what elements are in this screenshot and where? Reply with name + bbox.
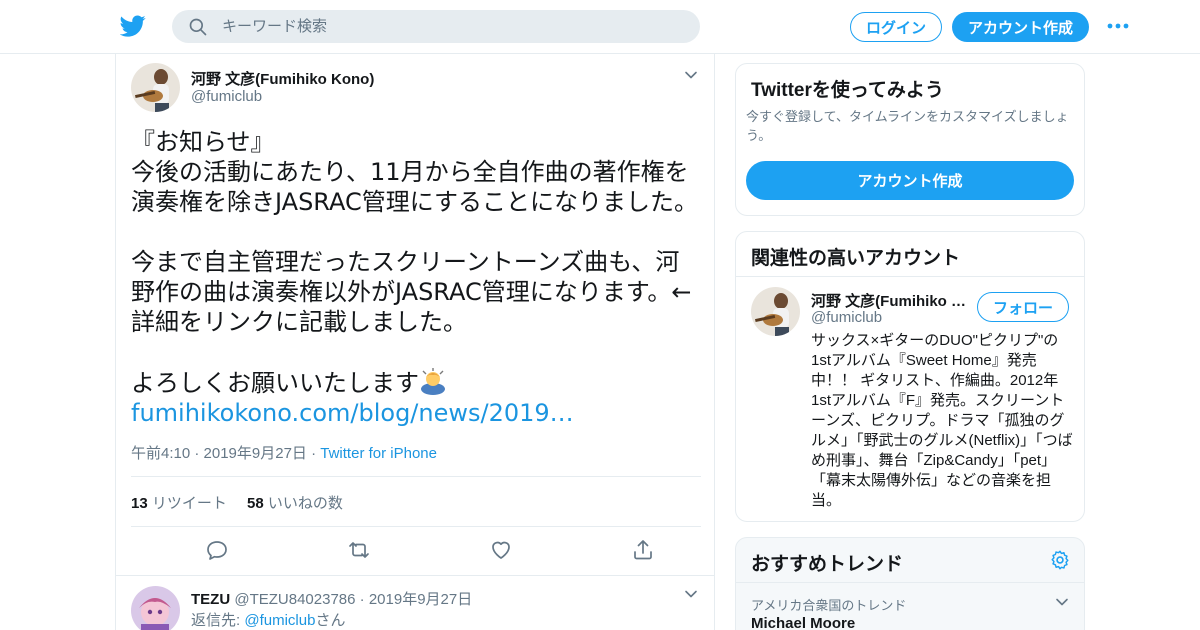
tweet-actions xyxy=(131,538,701,564)
signup-button[interactable]: アカウント作成 xyxy=(952,12,1089,42)
reply-avatar[interactable] xyxy=(131,586,180,630)
divider xyxy=(131,476,701,477)
tweet-text: 『お知らせ』 今後の活動にあたり、11月から全自作曲の著作権を演奏権を除きJAS… xyxy=(131,128,699,397)
like-count: 58 xyxy=(247,495,264,512)
source-link[interactable]: Twitter for iPhone xyxy=(320,445,437,462)
trends-card: おすすめトレンド アメリカ合衆国のトレンド Michael Moore xyxy=(735,537,1085,630)
retweet-count: 13 xyxy=(131,495,148,512)
retweet-label: リツイート xyxy=(151,495,227,512)
retweet-stat[interactable]: 13 リツイート xyxy=(131,495,227,512)
search-icon xyxy=(189,18,207,36)
chevron-down-icon[interactable] xyxy=(683,586,699,602)
trend-item[interactable]: Michael Moore xyxy=(751,615,855,630)
tweet-stats: 13 リツイート 58 いいねの数 xyxy=(131,492,343,513)
avatar[interactable] xyxy=(131,63,180,112)
search-box xyxy=(172,10,700,43)
guitarist-avatar-image xyxy=(751,287,800,336)
tweet-link[interactable]: fumihikokono.com/blog/news/2019… xyxy=(131,399,574,427)
like-label: いいねの数 xyxy=(267,495,343,512)
related-account-name[interactable]: 河野 文彦(Fumihiko Kono) xyxy=(811,290,971,311)
reply-author-handle[interactable]: @TEZU84023786 xyxy=(234,591,355,608)
reply-header: TEZU @TEZU84023786 · 2019年9月27日 xyxy=(191,588,472,609)
related-accounts-card: 関連性の高いアカウント 河野 文彦(Fumihiko Kono) @fumicl… xyxy=(735,231,1085,522)
author-name[interactable]: 河野 文彦(Fumihiko Kono) xyxy=(191,68,374,89)
man-bowing-emoji-icon xyxy=(421,368,445,395)
chevron-down-icon[interactable] xyxy=(1054,594,1070,610)
search-input[interactable] xyxy=(222,10,682,43)
reply-to-handle[interactable]: @fumiclub xyxy=(244,612,315,629)
reply-date[interactable]: · 2019年9月27日 xyxy=(360,591,473,608)
more-options-icon[interactable] xyxy=(1106,16,1130,36)
login-button[interactable]: ログイン xyxy=(850,12,942,42)
share-icon[interactable] xyxy=(631,538,655,562)
signup-card-title: Twitterを使ってみよう xyxy=(751,80,944,101)
related-avatar[interactable] xyxy=(751,287,800,336)
related-account-bio: サックス×ギターのDUO"ピクリプ"の1stアルバム『Sweet Home』発売… xyxy=(811,332,1073,509)
signup-card-button[interactable]: アカウント作成 xyxy=(746,161,1074,200)
tweet-meta: 午前4:10 · 2019年9月27日 · Twitter for iPhone xyxy=(131,442,437,463)
top-navigation-bar: ログイン アカウント作成 xyxy=(0,0,1200,54)
tweet-body: 『お知らせ』 今後の活動にあたり、11月から全自作曲の著作権を演奏権を除きJAS… xyxy=(131,127,701,428)
reply-to: 返信先: @fumiclubさん xyxy=(191,609,345,630)
signup-card-description: 今すぐ登録して、タイムラインをカスタマイズしましょう。 xyxy=(746,109,1069,143)
like-stat[interactable]: 58 いいねの数 xyxy=(247,495,343,512)
divider xyxy=(116,575,714,576)
timestamp[interactable]: 午前4:10 · 2019年9月27日 xyxy=(131,445,307,462)
reply-author-name[interactable]: TEZU xyxy=(191,591,230,608)
follow-button[interactable]: フォロー xyxy=(977,292,1069,322)
reply-icon[interactable] xyxy=(205,538,229,562)
guitarist-avatar-image xyxy=(131,63,180,112)
retweet-icon[interactable] xyxy=(347,538,371,562)
anime-avatar-image xyxy=(131,586,180,630)
like-heart-icon[interactable] xyxy=(489,538,513,562)
meta-separator: · xyxy=(311,445,317,462)
twitter-bird-icon[interactable] xyxy=(120,13,146,39)
gear-icon[interactable] xyxy=(1049,549,1071,571)
trends-card-title: おすすめトレンド xyxy=(751,554,904,575)
reply-to-suffix: さん xyxy=(315,612,346,629)
divider xyxy=(736,582,1084,583)
signup-card: Twitterを使ってみよう 今すぐ登録して、タイムラインをカスタマイズしましょ… xyxy=(735,63,1085,216)
tweet-column: 河野 文彦(Fumihiko Kono) @fumiclub 『お知らせ』 今後… xyxy=(115,54,715,630)
divider xyxy=(131,526,701,527)
reply-to-prefix: 返信先: xyxy=(191,612,245,629)
related-card-title: 関連性の高いアカウント xyxy=(751,248,961,269)
related-account-handle[interactable]: @fumiclub xyxy=(811,309,882,326)
chevron-down-icon[interactable] xyxy=(683,67,699,83)
trend-location: アメリカ合衆国のトレンド xyxy=(751,598,907,613)
divider xyxy=(736,276,1084,277)
author-handle[interactable]: @fumiclub xyxy=(191,88,262,105)
